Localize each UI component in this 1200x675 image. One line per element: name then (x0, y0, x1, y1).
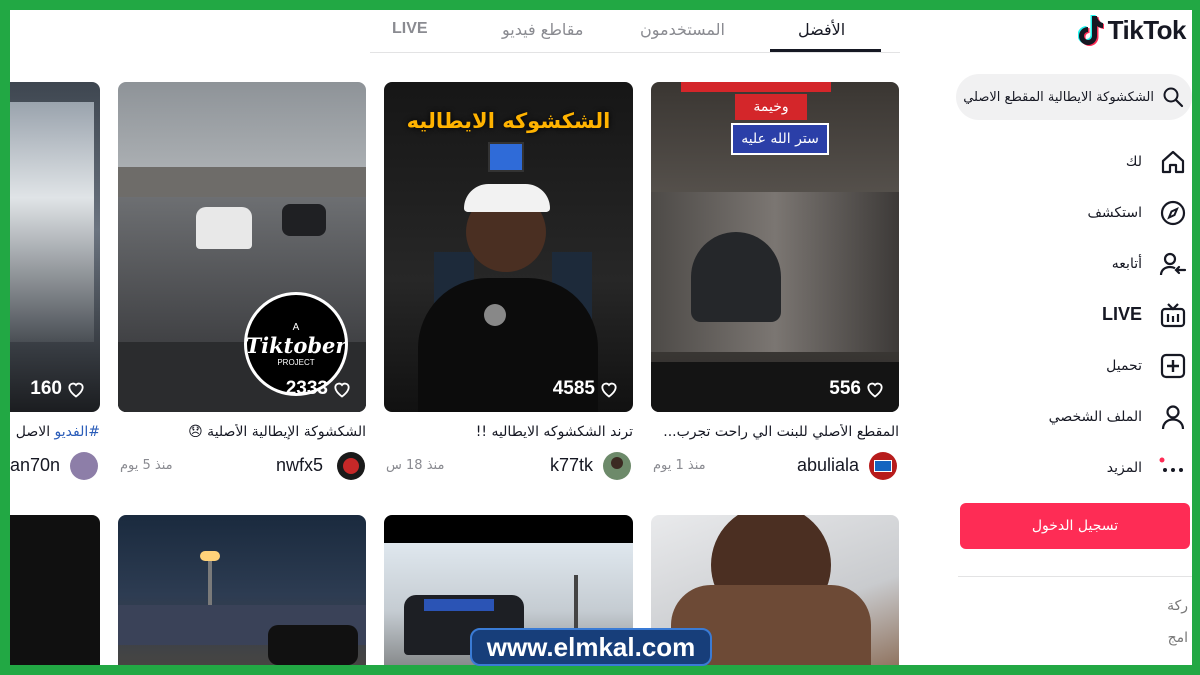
video-author[interactable]: an70n (10, 455, 60, 476)
sidebar-divider (958, 576, 1192, 577)
video-caption[interactable]: ترند الشكشوكه الايطاليه !! (384, 424, 633, 440)
video-caption[interactable]: #الفديو الاصل (10, 424, 100, 440)
following-icon (1159, 252, 1187, 275)
police-lights (424, 599, 494, 611)
badge-text: PROJECT (277, 357, 315, 367)
tab-users[interactable]: المستخدمون (640, 20, 725, 39)
avatar[interactable] (869, 452, 897, 480)
nav-label: المزيد (1106, 459, 1142, 476)
like-count-value: 4585 (552, 378, 595, 399)
nav-item-more[interactable]: المزيد (968, 442, 1188, 493)
video-thumbnail[interactable] (10, 515, 100, 665)
more-icon (1159, 457, 1183, 472)
active-tab-indicator (770, 49, 881, 52)
like-count: 2333 (286, 378, 352, 400)
search-icon[interactable] (1162, 86, 1184, 108)
heart-icon (867, 382, 883, 398)
nav-label: أتابعه (1111, 255, 1142, 272)
home-icon (1161, 150, 1185, 173)
nav-item-following[interactable]: أتابعه (968, 238, 1188, 289)
compass-icon (1160, 200, 1186, 225)
traffic-pole (574, 575, 578, 635)
caption-text: الاصل (15, 424, 51, 440)
sidebar-nav: لك استكشف أتابعه LIVE تحميل الملف الشخصي (968, 136, 1188, 493)
overlay-caption-top: وخيمة (735, 94, 807, 120)
avatar[interactable] (337, 452, 365, 480)
nav-label: استكشف (1087, 204, 1142, 221)
tiktok-search-page: TikTok الشكشوكة الايطالية المقطع الاصلي … (10, 10, 1192, 665)
caption-hashtag[interactable]: #الفديو (55, 424, 100, 440)
wall-frame (488, 142, 524, 172)
video-author[interactable]: abuliala (797, 455, 859, 476)
nav-label: الملف الشخصي (1048, 408, 1142, 425)
tiktok-note-icon (1077, 15, 1104, 46)
tiktok-logo[interactable]: TikTok (1077, 14, 1187, 46)
like-count: 4585 (553, 378, 619, 400)
tab-top[interactable]: الأفضل (798, 20, 845, 39)
video-age: منذ 5 يوم (120, 458, 173, 473)
video-thumbnail[interactable] (118, 515, 366, 665)
badge-text: A (292, 321, 300, 333)
badge-text: Tiktober (245, 332, 347, 358)
upload-icon (1160, 353, 1186, 378)
avatar[interactable] (70, 452, 98, 480)
car-dark (282, 204, 326, 236)
overpass (118, 167, 366, 197)
overlay-red-bar (681, 82, 831, 92)
sidebar: TikTok الشكشوكة الايطالية المقطع الاصلي … (952, 10, 1192, 665)
overlay-caption-box: ستر الله عليه (731, 123, 829, 155)
logo-text: TikTok (1107, 14, 1187, 45)
video-thumbnail[interactable]: 160 (10, 82, 100, 412)
video-caption[interactable]: الشكشوكة الإيطالية الأصلية 😞 (118, 424, 366, 440)
login-button[interactable]: تسجيل الدخول (960, 503, 1190, 549)
video-thumbnail[interactable]: وخيمة ستر الله عليه 556 (651, 82, 899, 412)
tab-videos[interactable]: مقاطع فيديو (502, 20, 583, 39)
heart-icon (68, 382, 84, 398)
microphone (484, 304, 506, 326)
search-input[interactable]: الشكشوكة الايطالية المقطع الاصلي (963, 90, 1154, 105)
video-age: منذ 18 س (386, 458, 445, 473)
like-count-value: 160 (30, 378, 62, 399)
nav-item-for-you[interactable]: لك (968, 136, 1188, 187)
like-count-value: 2333 (285, 378, 328, 399)
footer-link[interactable]: ركة (1167, 598, 1188, 614)
like-count-value: 556 (829, 378, 861, 399)
video-thumbnail[interactable]: A Tiktober PROJECT 2333 (118, 82, 366, 412)
search-tabs: الأفضل المستخدمون مقاطع فيديو LIVE (370, 10, 900, 53)
nav-item-live[interactable]: LIVE (968, 289, 1188, 340)
avatar[interactable] (603, 452, 631, 480)
live-icon (1160, 302, 1186, 327)
car-shape (691, 232, 781, 322)
like-count: 160 (30, 378, 86, 400)
nav-item-explore[interactable]: استكشف (968, 187, 1188, 238)
search-bar[interactable]: الشكشوكة الايطالية المقطع الاصلي (956, 74, 1192, 120)
video-thumbnail[interactable]: الشكشوكه الايطاليه 4585 (384, 82, 633, 412)
lamp-light (200, 551, 220, 561)
video-author[interactable]: k77tk (550, 455, 593, 476)
nav-label: لك (1125, 153, 1142, 170)
profile-icon (1161, 404, 1185, 429)
car-dark (268, 625, 358, 665)
watermark: www.elmkal.com (470, 628, 712, 666)
tab-live[interactable]: LIVE (392, 20, 428, 38)
video-caption[interactable]: المقطع الأصلي للبنت الي راحت تجرب... (651, 424, 899, 440)
overlay-title: الشكشوكه الايطاليه (406, 109, 611, 133)
screen-content (10, 102, 94, 342)
nav-item-upload[interactable]: تحميل (968, 340, 1188, 391)
like-count: 556 (829, 378, 885, 400)
nav-item-profile[interactable]: الملف الشخصي (968, 391, 1188, 442)
nav-label: تحميل (1106, 357, 1142, 374)
video-age: منذ 1 يوم (653, 458, 706, 473)
nav-label: LIVE (1101, 304, 1142, 324)
video-author[interactable]: nwfx5 (276, 455, 323, 476)
car-white (196, 207, 252, 249)
footer-link[interactable]: امج (1168, 630, 1188, 646)
heart-icon (601, 382, 617, 398)
person-cap (464, 184, 550, 212)
heart-icon (334, 382, 350, 398)
